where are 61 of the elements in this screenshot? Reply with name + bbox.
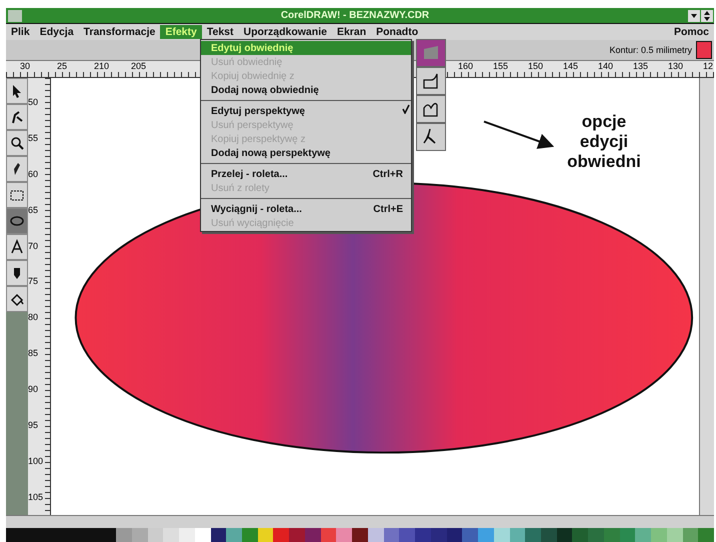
ruler-label: 205 <box>131 61 146 71</box>
ruler-label: 105 <box>28 492 44 502</box>
minimize-icon[interactable] <box>688 10 700 22</box>
ruler-label: 145 <box>563 61 578 71</box>
envelope-mode-icon[interactable] <box>416 95 446 123</box>
menu-item[interactable]: Uporządkowanie <box>238 25 332 39</box>
ruler-label: 80 <box>28 312 40 322</box>
ruler-label: 160 <box>458 61 474 71</box>
arrow <box>484 120 554 149</box>
ruler-label: 60 <box>28 168 40 179</box>
envelope-mode-icon[interactable] <box>416 123 446 151</box>
paint-bucket-icon[interactable] <box>6 286 28 312</box>
ruler-label: 90 <box>28 384 40 394</box>
menu-item[interactable]: Dodaj nową perspektywę <box>201 146 411 160</box>
ruler-label: 210 <box>94 61 110 71</box>
ruler-label: 25 <box>57 61 68 71</box>
ruler-label: 55 <box>28 132 40 143</box>
menu-item[interactable]: Pomoc <box>668 25 714 39</box>
zoom-icon[interactable] <box>6 130 28 156</box>
ruler-label: 12 <box>703 61 714 71</box>
envelope-mode-icon[interactable] <box>416 67 446 95</box>
ruler-label: 50 <box>28 96 40 107</box>
system-menu-icon[interactable] <box>8 10 22 22</box>
pencil-icon[interactable] <box>6 156 28 182</box>
ruler-label: 155 <box>493 61 508 71</box>
menu-item[interactable]: Transformacje <box>78 25 160 39</box>
ruler-label: 85 <box>28 348 40 358</box>
menu-item[interactable]: Ekran <box>332 25 372 39</box>
outline-status: Kontur: 0.5 milimetry <box>609 45 692 55</box>
shape-tool-icon[interactable] <box>6 104 28 130</box>
ruler-label: 135 <box>633 61 648 71</box>
fill-swatch <box>696 41 712 59</box>
menu-item[interactable]: Edytuj perspektywę <box>201 104 411 118</box>
rectangle-tool-icon[interactable] <box>6 182 28 208</box>
ruler-label: 30 <box>20 61 30 71</box>
horizontal-scrollbar[interactable] <box>6 515 714 528</box>
ruler-label: 100 <box>28 456 44 466</box>
ruler-label: 95 <box>28 420 40 430</box>
menu-item[interactable]: Ponadto <box>371 25 424 39</box>
menu-item[interactable]: Edytuj obwiednię <box>201 41 411 55</box>
ruler-label: 70 <box>28 240 40 251</box>
menu-item[interactable]: Edycja <box>34 25 79 39</box>
ruler-label: 140 <box>598 61 614 71</box>
ruler-label: 65 <box>28 204 40 215</box>
ruler-label: 75 <box>28 276 40 286</box>
menu-item[interactable]: Przelej - roleta... Ctrl+R <box>201 167 411 181</box>
vertical-scrollbar[interactable] <box>699 78 714 515</box>
maximize-icon[interactable] <box>701 10 713 22</box>
ruler-label: 130 <box>668 61 684 71</box>
annotation-text: opcje edycji obwiedni <box>566 112 642 172</box>
menu-item[interactable]: Plik <box>6 25 35 39</box>
menu-item[interactable]: Efekty <box>160 25 202 39</box>
ellipse-tool-icon[interactable] <box>6 208 28 234</box>
menu-item[interactable]: Wyciągnij - roleta... Ctrl+E <box>201 202 411 216</box>
menu-item[interactable]: Tekst <box>202 25 239 39</box>
window-title: CorelDRAW! - BEZNAZWY.CDR <box>280 10 430 21</box>
ruler-label: 150 <box>528 61 544 71</box>
text-tool-icon[interactable] <box>6 234 28 260</box>
pointer-icon[interactable] <box>6 78 28 104</box>
pen-nib-icon[interactable] <box>6 260 28 286</box>
menu-item[interactable]: Dodaj nową obwiednię <box>201 83 411 97</box>
